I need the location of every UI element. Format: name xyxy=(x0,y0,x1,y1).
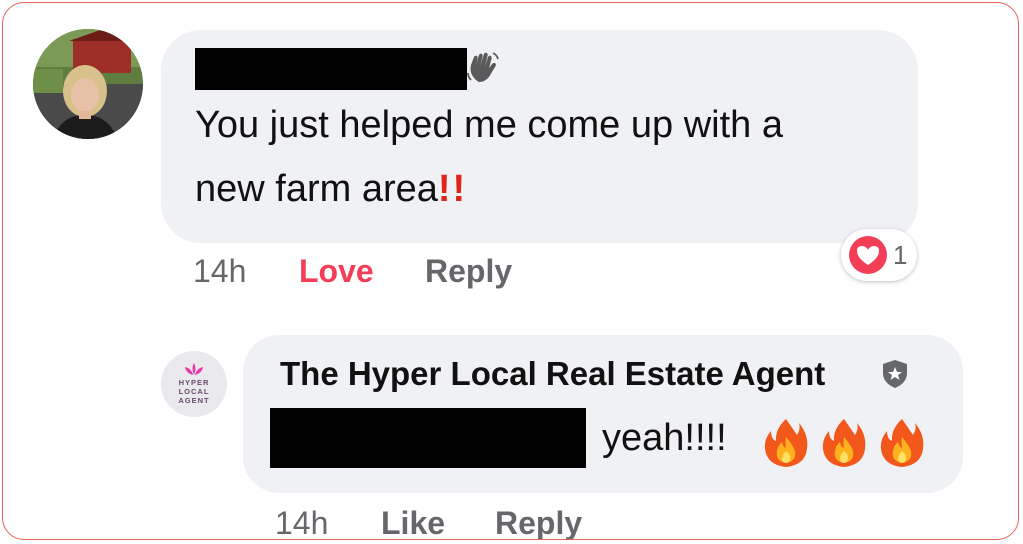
like-button[interactable]: Like xyxy=(381,505,445,539)
reply-timestamp[interactable]: 14h xyxy=(275,505,328,539)
reaction-count: 1 xyxy=(893,239,908,270)
comment-line-1: You just helped me come up with a xyxy=(195,104,783,146)
redacted-author-name xyxy=(195,48,467,90)
comment-body: You just helped me come up with a new fa… xyxy=(195,93,895,221)
redacted-reply-text xyxy=(270,408,586,468)
double-exclamation-icon: !! xyxy=(437,168,468,210)
reply-body: yeah!!!! xyxy=(602,417,727,459)
love-button[interactable]: Love xyxy=(299,253,374,290)
page-avatar[interactable]: HYPER LOCAL AGENT xyxy=(161,351,227,417)
lotus-logo-icon xyxy=(185,362,203,375)
comment-timestamp[interactable]: 14h xyxy=(193,253,246,290)
page-avatar-text: HYPER LOCAL AGENT xyxy=(178,377,210,405)
comment-thread: You just helped me come up with a new fa… xyxy=(2,2,1019,540)
fire-icon xyxy=(822,419,866,467)
reaction-count-pill[interactable]: 1 xyxy=(841,229,917,281)
commenter-avatar[interactable] xyxy=(33,29,143,139)
admin-shield-icon xyxy=(883,360,907,388)
comment-line-2: new farm area xyxy=(195,168,438,210)
waving-hand-icon xyxy=(467,52,499,82)
reply-author-name[interactable]: The Hyper Local Real Estate Agent xyxy=(280,355,825,393)
avatar-photo xyxy=(33,29,143,139)
fire-icon xyxy=(764,419,808,467)
fire-icon xyxy=(880,419,924,467)
reply-button[interactable]: Reply xyxy=(425,253,512,290)
heart-icon xyxy=(849,236,887,274)
reply-button[interactable]: Reply xyxy=(495,505,582,539)
